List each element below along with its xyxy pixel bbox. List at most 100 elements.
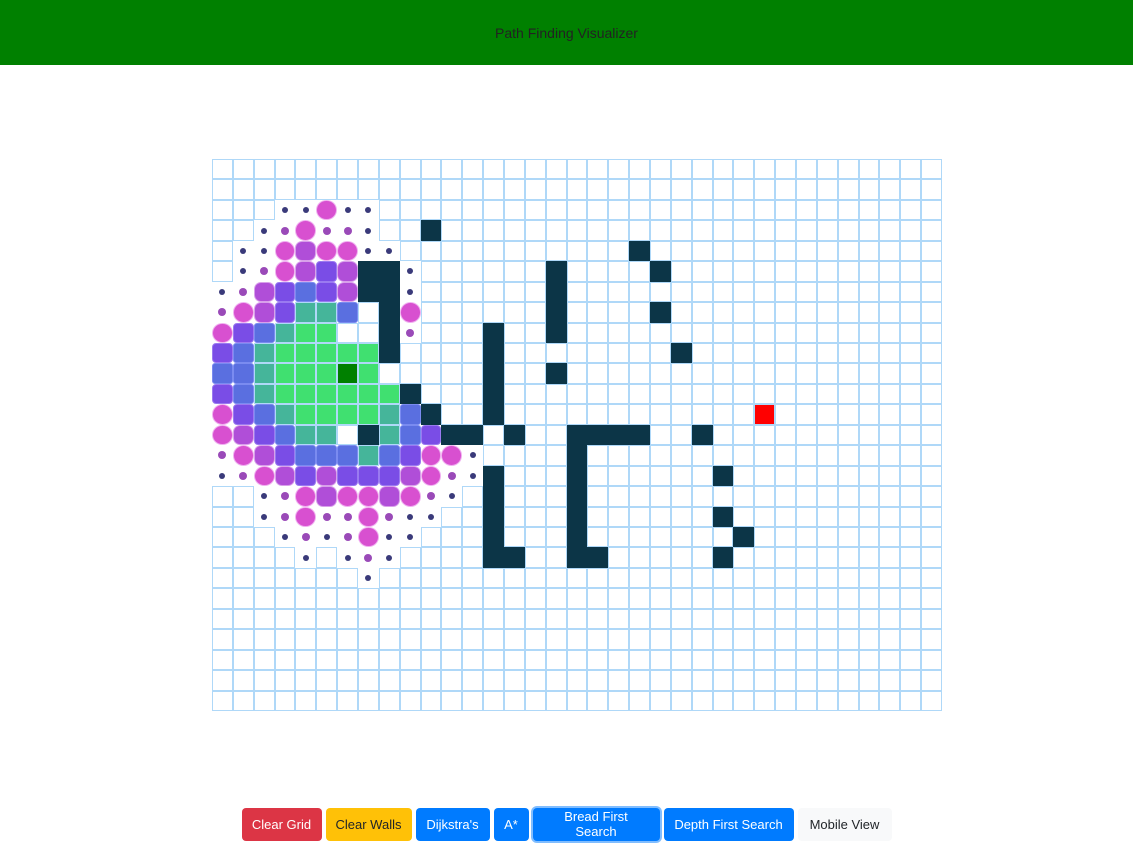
grid-cell[interactable] [524,302,546,323]
grid-cell[interactable] [754,670,776,691]
grid-cell[interactable] [796,363,817,384]
visited-cell[interactable] [232,445,254,466]
grid-cell[interactable] [462,179,484,200]
visited-cell[interactable] [295,547,317,568]
grid-cell[interactable] [378,220,400,241]
grid-cell[interactable] [441,322,463,343]
wall-cell[interactable] [358,281,379,303]
grid-cell[interactable] [900,302,922,323]
grid-cell[interactable] [566,629,588,650]
grid-cell[interactable] [441,281,463,303]
wall-cell[interactable] [545,281,567,303]
grid-cell[interactable] [378,670,400,691]
grid-cell[interactable] [441,547,463,568]
grid-cell[interactable] [504,363,525,384]
grid-cell[interactable] [295,670,317,691]
visited-cell[interactable] [274,343,296,364]
grid-cell[interactable] [212,629,233,650]
grid-cell[interactable] [524,649,546,671]
grid-cell[interactable] [837,343,859,364]
visited-cell[interactable] [274,322,296,343]
grid-cell[interactable] [483,445,504,466]
wall-cell[interactable] [378,322,400,343]
grid-cell[interactable] [337,690,358,711]
grid-cell[interactable] [608,588,630,609]
grid-cell[interactable] [232,629,254,650]
grid-cell[interactable] [754,690,776,711]
wall-cell[interactable] [358,424,379,446]
visited-cell[interactable] [358,343,379,364]
grid-cell[interactable] [712,281,734,303]
grid-cell[interactable] [837,608,859,630]
grid-cell[interactable] [733,629,755,650]
start-node[interactable] [337,363,358,384]
grid-cell[interactable] [900,343,922,364]
grid-cell[interactable] [420,302,442,323]
grid-cell[interactable] [816,465,838,487]
grid-cell[interactable] [441,383,463,405]
grid-cell[interactable] [775,261,796,282]
grid-cell[interactable] [670,199,692,221]
visited-cell[interactable] [212,302,233,323]
grid-cell[interactable] [504,179,525,200]
visited-cell[interactable] [253,363,275,384]
grid-cell[interactable] [754,649,776,671]
grid-cell[interactable] [879,629,901,650]
visited-cell[interactable] [274,486,296,507]
visited-cell[interactable] [232,261,254,282]
visited-cell[interactable] [420,486,442,507]
grid-cell[interactable] [775,404,796,425]
grid-cell[interactable] [608,649,630,671]
visited-cell[interactable] [358,240,379,262]
grid-cell[interactable] [879,670,901,691]
grid-cell[interactable] [650,240,671,262]
visited-cell[interactable] [232,363,254,384]
visited-cell[interactable] [295,261,317,282]
visited-cell[interactable] [232,343,254,364]
grid-cell[interactable] [691,547,713,568]
grid-cell[interactable] [796,199,817,221]
grid-cell[interactable] [587,506,609,527]
dijkstra-button[interactable]: Dijkstra's [415,807,490,841]
grid-cell[interactable] [420,670,442,691]
grid-cell[interactable] [775,343,796,364]
wall-cell[interactable] [545,322,567,343]
visited-cell[interactable] [295,343,317,364]
grid-cell[interactable] [796,527,817,548]
grid-cell[interactable] [837,383,859,405]
grid-cell[interactable] [524,629,546,650]
grid-cell[interactable] [691,343,713,364]
grid-cell[interactable] [775,690,796,711]
grid-cell[interactable] [858,322,880,343]
grid-cell[interactable] [796,424,817,446]
grid-cell[interactable] [462,261,484,282]
grid-cell[interactable] [420,343,442,364]
visited-cell[interactable] [337,220,358,241]
grid-cell[interactable] [879,363,901,384]
grid-cell[interactable] [524,527,546,548]
grid-cell[interactable] [420,199,442,221]
visited-cell[interactable] [358,527,379,548]
visited-cell[interactable] [253,465,275,487]
visited-cell[interactable] [253,506,275,527]
grid-cell[interactable] [441,220,463,241]
grid-cell[interactable] [858,199,880,221]
grid-cell[interactable] [524,220,546,241]
grid-cell[interactable] [796,486,817,507]
grid-cell[interactable] [900,445,922,466]
grid-cell[interactable] [504,240,525,262]
grid-cell[interactable] [337,629,358,650]
visited-cell[interactable] [274,527,296,548]
grid-cell[interactable] [504,629,525,650]
visited-cell[interactable] [399,404,421,425]
grid-cell[interactable] [587,608,609,630]
grid-cell[interactable] [775,445,796,466]
visited-cell[interactable] [274,240,296,262]
grid-cell[interactable] [775,159,796,180]
grid-cell[interactable] [212,506,233,527]
grid-cell[interactable] [921,322,942,343]
visited-cell[interactable] [295,363,317,384]
grid-cell[interactable] [316,547,338,568]
grid-cell[interactable] [441,363,463,384]
grid-cell[interactable] [650,670,671,691]
